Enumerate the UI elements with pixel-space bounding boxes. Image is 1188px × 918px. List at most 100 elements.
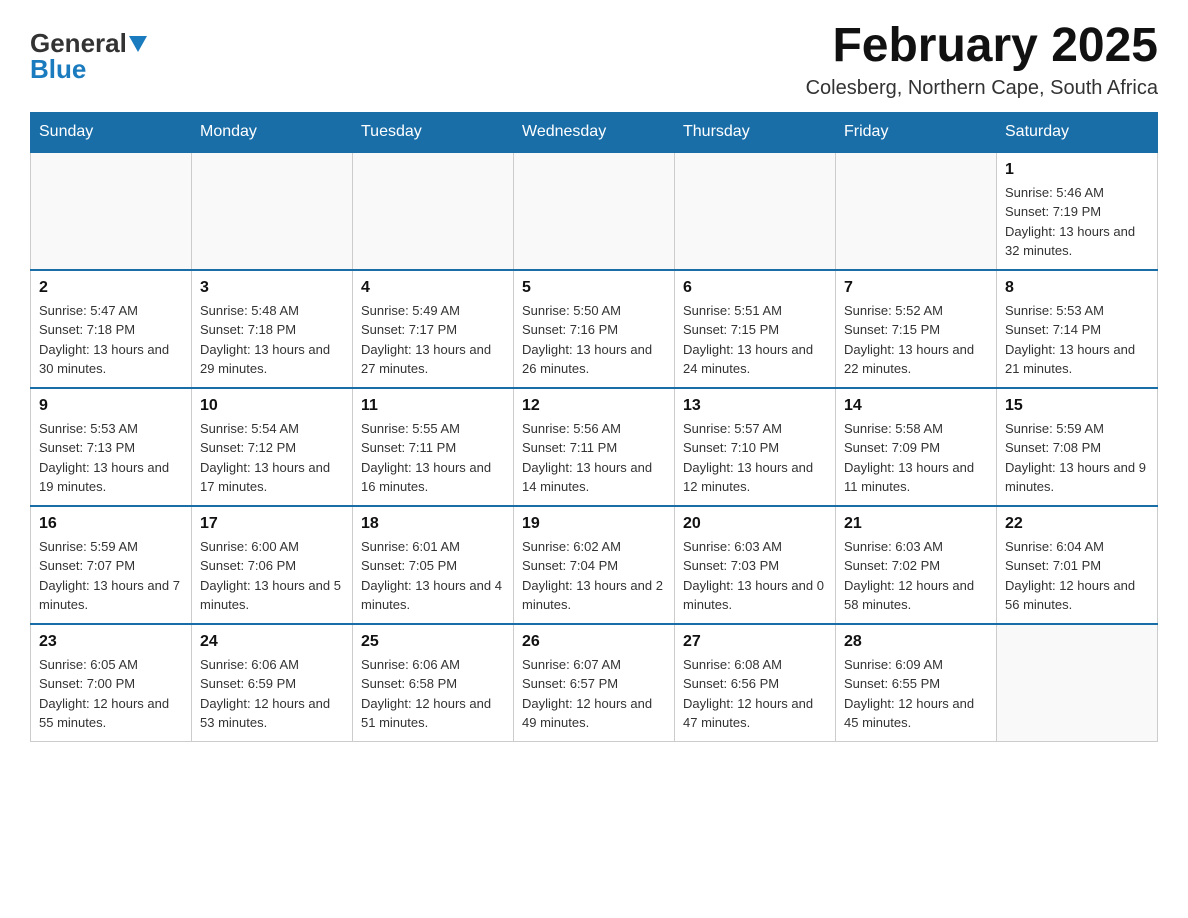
day-number: 20 xyxy=(683,515,827,533)
calendar-cell: 2 Sunrise: 5:47 AMSunset: 7:18 PMDaylight… xyxy=(31,270,192,388)
day-info: Sunrise: 6:06 AMSunset: 6:58 PMDaylight:… xyxy=(361,655,505,733)
weekday-header: Wednesday xyxy=(514,112,675,152)
calendar-cell xyxy=(836,152,997,270)
day-number: 9 xyxy=(39,397,183,415)
day-info: Sunrise: 5:50 AMSunset: 7:16 PMDaylight:… xyxy=(522,301,666,379)
calendar-cell: 3 Sunrise: 5:48 AMSunset: 7:18 PMDaylight… xyxy=(192,270,353,388)
day-info: Sunrise: 6:00 AMSunset: 7:06 PMDaylight:… xyxy=(200,537,344,615)
calendar-cell xyxy=(675,152,836,270)
weekday-header: Tuesday xyxy=(353,112,514,152)
day-info: Sunrise: 6:06 AMSunset: 6:59 PMDaylight:… xyxy=(200,655,344,733)
calendar-cell xyxy=(353,152,514,270)
day-info: Sunrise: 5:52 AMSunset: 7:15 PMDaylight:… xyxy=(844,301,988,379)
day-number: 23 xyxy=(39,633,183,651)
day-info: Sunrise: 5:56 AMSunset: 7:11 PMDaylight:… xyxy=(522,419,666,497)
calendar-cell: 20 Sunrise: 6:03 AMSunset: 7:03 PMDayligh… xyxy=(675,506,836,624)
calendar-cell: 21 Sunrise: 6:03 AMSunset: 7:02 PMDayligh… xyxy=(836,506,997,624)
day-number: 25 xyxy=(361,633,505,651)
calendar-cell: 5 Sunrise: 5:50 AMSunset: 7:16 PMDaylight… xyxy=(514,270,675,388)
day-info: Sunrise: 5:53 AMSunset: 7:13 PMDaylight:… xyxy=(39,419,183,497)
day-number: 18 xyxy=(361,515,505,533)
day-number: 21 xyxy=(844,515,988,533)
day-number: 7 xyxy=(844,279,988,297)
day-number: 28 xyxy=(844,633,988,651)
day-info: Sunrise: 5:54 AMSunset: 7:12 PMDaylight:… xyxy=(200,419,344,497)
day-number: 26 xyxy=(522,633,666,651)
calendar-header-row: SundayMondayTuesdayWednesdayThursdayFrid… xyxy=(31,112,1158,152)
calendar-week-row: 1Sunrise: 5:46 AMSunset: 7:19 PMDaylight… xyxy=(31,152,1158,270)
calendar-cell xyxy=(514,152,675,270)
logo-blue: Blue xyxy=(30,56,86,82)
calendar-cell: 24 Sunrise: 6:06 AMSunset: 6:59 PMDayligh… xyxy=(192,624,353,742)
calendar-week-row: 9 Sunrise: 5:53 AMSunset: 7:13 PMDaylight… xyxy=(31,388,1158,506)
calendar-cell: 17 Sunrise: 6:00 AMSunset: 7:06 PMDayligh… xyxy=(192,506,353,624)
day-info: Sunrise: 5:55 AMSunset: 7:11 PMDaylight:… xyxy=(361,419,505,497)
calendar-cell: 23 Sunrise: 6:05 AMSunset: 7:00 PMDayligh… xyxy=(31,624,192,742)
calendar-cell: 10 Sunrise: 5:54 AMSunset: 7:12 PMDayligh… xyxy=(192,388,353,506)
day-number: 13 xyxy=(683,397,827,415)
day-number: 3 xyxy=(200,279,344,297)
day-info: Sunrise: 5:47 AMSunset: 7:18 PMDaylight:… xyxy=(39,301,183,379)
day-info: Sunrise: 5:59 AMSunset: 7:07 PMDaylight:… xyxy=(39,537,183,615)
day-info: Sunrise: 6:02 AMSunset: 7:04 PMDaylight:… xyxy=(522,537,666,615)
calendar-cell: 22Sunrise: 6:04 AMSunset: 7:01 PMDayligh… xyxy=(997,506,1158,624)
day-number: 14 xyxy=(844,397,988,415)
page-header: General Blue February 2025 Colesberg, No… xyxy=(30,20,1158,100)
calendar-cell: 26 Sunrise: 6:07 AMSunset: 6:57 PMDayligh… xyxy=(514,624,675,742)
day-number: 4 xyxy=(361,279,505,297)
day-info: Sunrise: 6:09 AMSunset: 6:55 PMDaylight:… xyxy=(844,655,988,733)
day-info: Sunrise: 6:07 AMSunset: 6:57 PMDaylight:… xyxy=(522,655,666,733)
day-info: Sunrise: 5:49 AMSunset: 7:17 PMDaylight:… xyxy=(361,301,505,379)
calendar-cell: 18 Sunrise: 6:01 AMSunset: 7:05 PMDayligh… xyxy=(353,506,514,624)
weekday-header: Sunday xyxy=(31,112,192,152)
calendar-cell: 27Sunrise: 6:08 AMSunset: 6:56 PMDayligh… xyxy=(675,624,836,742)
location-title: Colesberg, Northern Cape, South Africa xyxy=(806,77,1158,100)
day-number: 10 xyxy=(200,397,344,415)
day-info: Sunrise: 5:58 AMSunset: 7:09 PMDaylight:… xyxy=(844,419,988,497)
day-number: 5 xyxy=(522,279,666,297)
calendar-cell: 13Sunrise: 5:57 AMSunset: 7:10 PMDayligh… xyxy=(675,388,836,506)
calendar-table: SundayMondayTuesdayWednesdayThursdayFrid… xyxy=(30,112,1158,742)
month-title: February 2025 xyxy=(806,20,1158,73)
calendar-cell xyxy=(31,152,192,270)
calendar-cell: 8Sunrise: 5:53 AMSunset: 7:14 PMDaylight… xyxy=(997,270,1158,388)
day-number: 24 xyxy=(200,633,344,651)
calendar-cell xyxy=(997,624,1158,742)
calendar-cell: 19Sunrise: 6:02 AMSunset: 7:04 PMDayligh… xyxy=(514,506,675,624)
calendar-cell: 6Sunrise: 5:51 AMSunset: 7:15 PMDaylight… xyxy=(675,270,836,388)
calendar-cell: 1Sunrise: 5:46 AMSunset: 7:19 PMDaylight… xyxy=(997,152,1158,270)
day-info: Sunrise: 5:59 AMSunset: 7:08 PMDaylight:… xyxy=(1005,419,1149,497)
calendar-cell: 4 Sunrise: 5:49 AMSunset: 7:17 PMDaylight… xyxy=(353,270,514,388)
calendar-cell: 16Sunrise: 5:59 AMSunset: 7:07 PMDayligh… xyxy=(31,506,192,624)
day-number: 11 xyxy=(361,397,505,415)
day-info: Sunrise: 6:01 AMSunset: 7:05 PMDaylight:… xyxy=(361,537,505,615)
day-info: Sunrise: 6:08 AMSunset: 6:56 PMDaylight:… xyxy=(683,655,827,733)
weekday-header: Thursday xyxy=(675,112,836,152)
day-info: Sunrise: 5:46 AMSunset: 7:19 PMDaylight:… xyxy=(1005,183,1149,261)
calendar-week-row: 2 Sunrise: 5:47 AMSunset: 7:18 PMDaylight… xyxy=(31,270,1158,388)
day-info: Sunrise: 5:53 AMSunset: 7:14 PMDaylight:… xyxy=(1005,301,1149,379)
day-info: Sunrise: 5:48 AMSunset: 7:18 PMDaylight:… xyxy=(200,301,344,379)
calendar-week-row: 23 Sunrise: 6:05 AMSunset: 7:00 PMDayligh… xyxy=(31,624,1158,742)
logo-general: General xyxy=(30,30,127,56)
day-info: Sunrise: 6:05 AMSunset: 7:00 PMDaylight:… xyxy=(39,655,183,733)
title-block: February 2025 Colesberg, Northern Cape, … xyxy=(806,20,1158,100)
day-number: 17 xyxy=(200,515,344,533)
calendar-cell: 11 Sunrise: 5:55 AMSunset: 7:11 PMDayligh… xyxy=(353,388,514,506)
day-info: Sunrise: 6:03 AMSunset: 7:03 PMDaylight:… xyxy=(683,537,827,615)
logo: General Blue xyxy=(30,30,147,82)
day-info: Sunrise: 6:03 AMSunset: 7:02 PMDaylight:… xyxy=(844,537,988,615)
day-number: 2 xyxy=(39,279,183,297)
calendar-cell: 28 Sunrise: 6:09 AMSunset: 6:55 PMDayligh… xyxy=(836,624,997,742)
day-number: 12 xyxy=(522,397,666,415)
calendar-cell xyxy=(192,152,353,270)
calendar-cell: 12 Sunrise: 5:56 AMSunset: 7:11 PMDayligh… xyxy=(514,388,675,506)
calendar-cell: 14 Sunrise: 5:58 AMSunset: 7:09 PMDayligh… xyxy=(836,388,997,506)
day-number: 6 xyxy=(683,279,827,297)
calendar-cell: 9 Sunrise: 5:53 AMSunset: 7:13 PMDaylight… xyxy=(31,388,192,506)
logo-arrow-icon xyxy=(129,36,147,52)
day-info: Sunrise: 6:04 AMSunset: 7:01 PMDaylight:… xyxy=(1005,537,1149,615)
weekday-header: Friday xyxy=(836,112,997,152)
calendar-cell: 15Sunrise: 5:59 AMSunset: 7:08 PMDayligh… xyxy=(997,388,1158,506)
calendar-cell: 7 Sunrise: 5:52 AMSunset: 7:15 PMDaylight… xyxy=(836,270,997,388)
